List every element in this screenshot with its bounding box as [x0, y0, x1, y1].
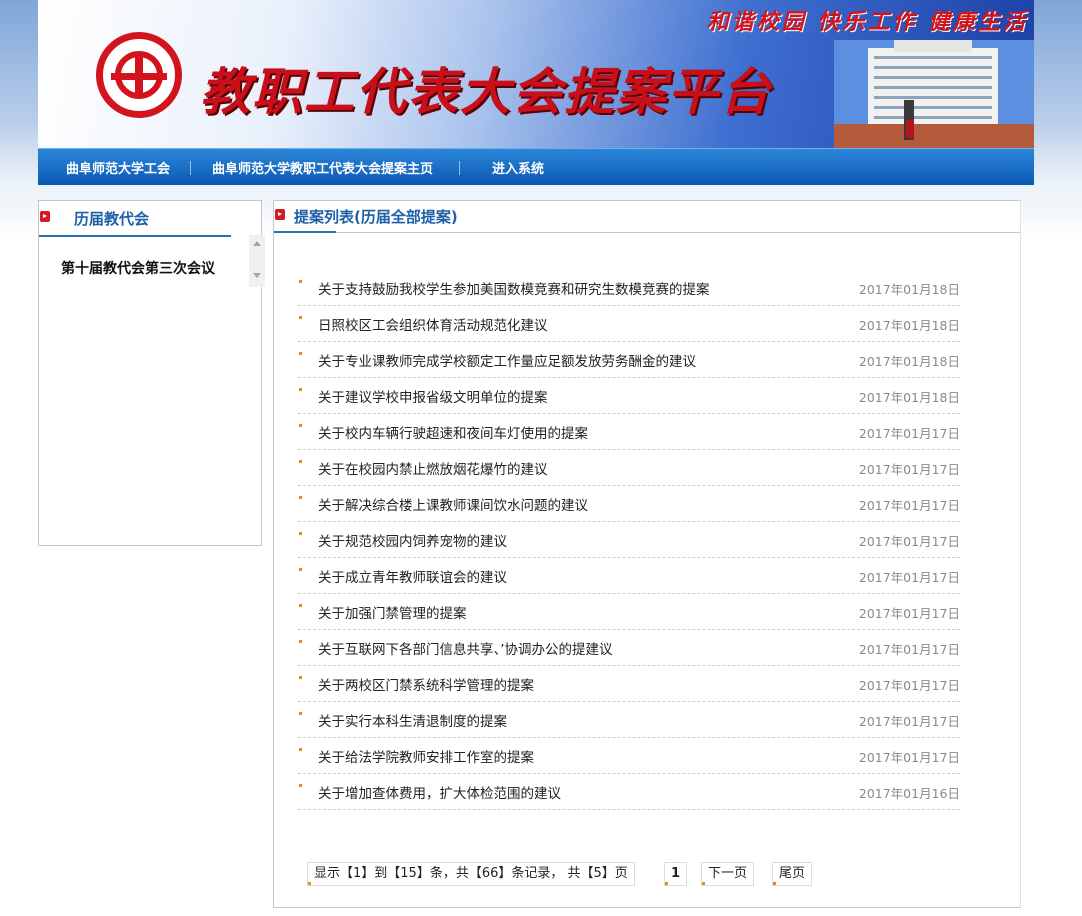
bullet-icon [299, 388, 302, 391]
table-row: 关于实行本科生清退制度的提案 2017年01月17日 [298, 703, 960, 738]
proposal-date: 2017年01月17日 [858, 426, 960, 441]
table-row: 关于互联网下各部门信息共享、’协调办公的提建议 2017年01月17日 [298, 631, 960, 666]
table-row: 关于专业课教师完成学校额定工作量应足额发放劳务酬金的建议 2017年01月18日 [298, 343, 960, 378]
proposal-date: 2017年01月18日 [858, 282, 960, 297]
bullet-icon [299, 568, 302, 571]
pagination-summary-text: 显示【1】到【15】条，共【66】条记录， 共【5】页 [314, 866, 628, 881]
bullet-icon [299, 784, 302, 787]
proposal-title-link[interactable]: 关于规范校园内饲养宠物的建议 [318, 530, 507, 550]
proposal-date: 2017年01月17日 [858, 714, 960, 729]
proposal-date: 2017年01月16日 [858, 786, 960, 801]
sidebar-header: 历届教代会 [39, 201, 231, 237]
page-number-text: 1 [671, 866, 681, 881]
table-row: 关于加强门禁管理的提案 2017年01月17日 [298, 595, 960, 630]
proposal-list-header: 提案列表(历届全部提案) [274, 201, 1020, 233]
pagination-summary: 显示【1】到【15】条，共【66】条记录， 共【5】页 [307, 862, 635, 886]
proposal-title-link[interactable]: 关于校内车辆行驶超速和夜间车灯使用的提案 [318, 422, 588, 442]
header-banner: 教职工代表大会提案平台 和谐校园 快乐工作 健康生活 [38, 0, 1034, 148]
proposal-date: 2017年01月17日 [858, 570, 960, 585]
scroll-up-icon[interactable] [253, 241, 261, 246]
bullet-icon [299, 424, 302, 427]
table-row: 关于建议学校申报省级文明单位的提案 2017年01月18日 [298, 379, 960, 414]
table-row: 关于两校区门禁系统科学管理的提案 2017年01月17日 [298, 667, 960, 702]
bullet-icon [299, 496, 302, 499]
site-title: 教职工代表大会提案平台 [200, 62, 772, 121]
proposal-title-link[interactable]: 关于建议学校申报省级文明单位的提案 [318, 386, 548, 406]
bullet-icon [299, 640, 302, 643]
bullet-icon [299, 676, 302, 679]
nav-divider [190, 161, 191, 175]
proposal-title-link[interactable]: 关于在校园内禁止燃放烟花爆竹的建议 [318, 458, 548, 478]
bullet-icon [299, 460, 302, 463]
bullet-icon [299, 532, 302, 535]
page-number-button[interactable]: 1 [664, 862, 688, 886]
table-row: 关于在校园内禁止燃放烟花爆竹的建议 2017年01月17日 [298, 451, 960, 486]
nav-item-proposal-home[interactable]: 曲阜师范大学教职工代表大会提案主页 [212, 149, 433, 185]
bullet-icon [299, 352, 302, 355]
proposal-title-link[interactable]: 关于给法学院教师安排工作室的提案 [318, 746, 534, 766]
union-emblem-icon [96, 32, 182, 118]
nav-item-enter-system[interactable]: 进入系统 [492, 149, 544, 185]
sidebar-scrollbar[interactable] [249, 235, 265, 287]
arrow-marker-icon [40, 211, 50, 222]
proposal-list-title: 提案列表(历届全部提案) [294, 208, 458, 226]
proposal-date: 2017年01月17日 [858, 750, 960, 765]
table-row: 日照校区工会组织体育活动规范化建议 2017年01月18日 [298, 307, 960, 342]
proposal-title-link[interactable]: 关于成立青年教师联谊会的建议 [318, 566, 507, 586]
sidebar-title: 历届教代会 [74, 210, 150, 228]
proposal-title-link[interactable]: 关于两校区门禁系统科学管理的提案 [318, 674, 534, 694]
top-navigation: 曲阜师范大学工会 曲阜师范大学教职工代表大会提案主页 进入系统 [38, 148, 1034, 185]
proposal-date: 2017年01月18日 [858, 390, 960, 405]
proposal-date: 2017年01月18日 [858, 354, 960, 369]
table-row: 关于规范校园内饲养宠物的建议 2017年01月17日 [298, 523, 960, 558]
proposal-date: 2017年01月17日 [858, 678, 960, 693]
bullet-icon [299, 712, 302, 715]
proposal-list-panel: 提案列表(历届全部提案) 关于支持鼓励我校学生参加美国数模竞赛和研究生数模竞赛的… [273, 200, 1021, 908]
proposal-date: 2017年01月17日 [858, 534, 960, 549]
next-page-button[interactable]: 下一页 [701, 862, 755, 886]
last-page-label: 尾页 [779, 866, 806, 881]
nav-item-union[interactable]: 曲阜师范大学工会 [66, 149, 170, 185]
proposal-date: 2017年01月17日 [858, 462, 960, 477]
sidebar-item-session[interactable]: 第十届教代会第三次会议 [61, 258, 215, 278]
proposal-title-link[interactable]: 关于解决综合楼上课教师课间饮水问题的建议 [318, 494, 588, 514]
table-row: 关于解决综合楼上课教师课间饮水问题的建议 2017年01月17日 [298, 487, 960, 522]
proposal-list: 关于支持鼓励我校学生参加美国数模竞赛和研究生数模竞赛的提案 2017年01月18日… [298, 271, 960, 811]
proposal-title-link[interactable]: 关于支持鼓励我校学生参加美国数模竞赛和研究生数模竞赛的提案 [318, 278, 710, 298]
table-row: 关于校内车辆行驶超速和夜间车灯使用的提案 2017年01月17日 [298, 415, 960, 450]
bullet-icon [299, 748, 302, 751]
bullet-icon [299, 316, 302, 319]
nav-divider [459, 161, 460, 175]
table-row: 关于给法学院教师安排工作室的提案 2017年01月17日 [298, 739, 960, 774]
arrow-marker-icon [275, 209, 285, 220]
proposal-date: 2017年01月17日 [858, 606, 960, 621]
proposal-title-link[interactable]: 日照校区工会组织体育活动规范化建议 [318, 314, 548, 334]
proposal-title-link[interactable]: 关于专业课教师完成学校额定工作量应足额发放劳务酬金的建议 [318, 350, 696, 370]
proposal-title-link[interactable]: 关于实行本科生清退制度的提案 [318, 710, 507, 730]
proposal-title-link[interactable]: 关于增加查体费用，扩大体检范围的建议 [318, 782, 561, 802]
proposal-date: 2017年01月17日 [858, 498, 960, 513]
sidebar-panel: 历届教代会 第十届教代会第三次会议 [38, 200, 265, 546]
proposal-title-link[interactable]: 关于互联网下各部门信息共享、’协调办公的提建议 [318, 638, 613, 658]
proposal-date: 2017年01月17日 [858, 642, 960, 657]
header-underline [274, 231, 336, 233]
last-page-button[interactable]: 尾页 [772, 862, 813, 886]
proposal-date: 2017年01月18日 [858, 318, 960, 333]
table-row: 关于增加查体费用，扩大体检范围的建议 2017年01月16日 [298, 775, 960, 810]
proposal-title-link[interactable]: 关于加强门禁管理的提案 [318, 602, 467, 622]
table-row: 关于支持鼓励我校学生参加美国数模竞赛和研究生数模竞赛的提案 2017年01月18日 [298, 271, 960, 306]
site-slogan: 和谐校园 快乐工作 健康生活 [706, 9, 1028, 35]
campus-building-image [834, 40, 1034, 148]
next-page-label: 下一页 [708, 866, 748, 881]
scroll-down-icon[interactable] [253, 273, 261, 278]
table-row: 关于成立青年教师联谊会的建议 2017年01月17日 [298, 559, 960, 594]
bullet-icon [299, 280, 302, 283]
bullet-icon [299, 604, 302, 607]
